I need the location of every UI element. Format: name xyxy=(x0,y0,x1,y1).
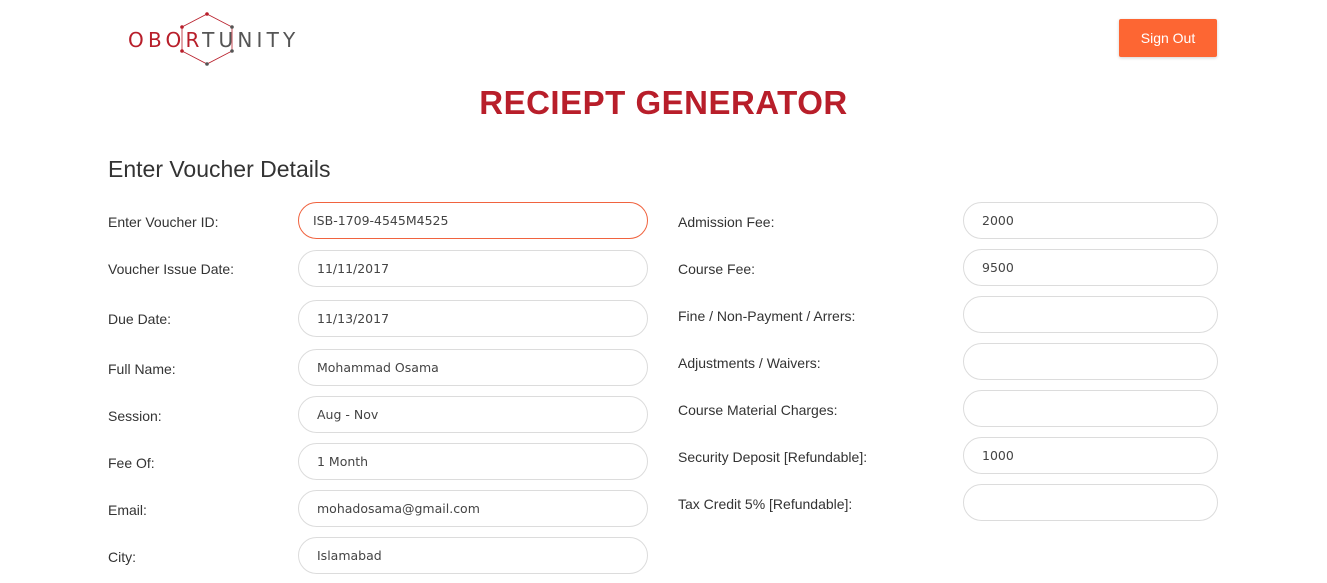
adjustments-waivers-label: Adjustments / Waivers: xyxy=(678,355,821,371)
course-material-charges-input[interactable] xyxy=(963,390,1218,427)
admission-fee-input[interactable] xyxy=(963,202,1218,239)
full-name-label: Full Name: xyxy=(108,361,176,377)
admission-fee-label: Admission Fee: xyxy=(678,214,775,230)
due-date-label: Due Date: xyxy=(108,311,172,327)
adjustments-waivers-input[interactable] xyxy=(963,343,1218,380)
city-label: City: xyxy=(108,549,136,565)
tax-credit-input[interactable] xyxy=(963,484,1218,521)
oborunity-logo: OBORTUNITY xyxy=(118,12,295,66)
logo-wordmark-part1: OBOR xyxy=(128,28,203,52)
fee-of-input[interactable] xyxy=(298,443,648,480)
session-input[interactable] xyxy=(298,396,648,433)
full-name-input[interactable] xyxy=(298,349,648,386)
fee-of-label: Fee Of: xyxy=(108,455,155,471)
course-fee-input[interactable] xyxy=(963,249,1218,286)
voucher-id-label: Enter Voucher ID: xyxy=(108,214,219,230)
city-input[interactable] xyxy=(298,537,648,574)
section-heading: Enter Voucher Details xyxy=(108,156,331,182)
voucher-issue-date-input[interactable] xyxy=(298,250,648,287)
session-label: Session: xyxy=(108,408,162,424)
page-title: RECIEPT GENERATOR xyxy=(479,84,848,121)
course-material-charges-label: Course Material Charges: xyxy=(678,402,838,418)
email-label: Email: xyxy=(108,502,147,518)
due-date-input[interactable] xyxy=(298,300,648,337)
fine-arrears-input[interactable] xyxy=(963,296,1218,333)
logo-wordmark: OBORTUNITY xyxy=(128,28,299,52)
sign-out-button[interactable]: Sign Out xyxy=(1119,19,1217,57)
security-deposit-label: Security Deposit [Refundable]: xyxy=(678,449,868,465)
logo-wordmark-part2: TUNITY xyxy=(202,28,300,52)
voucher-id-input[interactable] xyxy=(298,202,648,239)
security-deposit-input[interactable] xyxy=(963,437,1218,474)
email-input[interactable] xyxy=(298,490,648,527)
tax-credit-label: Tax Credit 5% [Refundable]: xyxy=(678,496,853,512)
fine-arrears-label: Fine / Non-Payment / Arrers: xyxy=(678,308,856,324)
course-fee-label: Course Fee: xyxy=(678,261,756,277)
voucher-issue-date-label: Voucher Issue Date: xyxy=(108,261,235,277)
